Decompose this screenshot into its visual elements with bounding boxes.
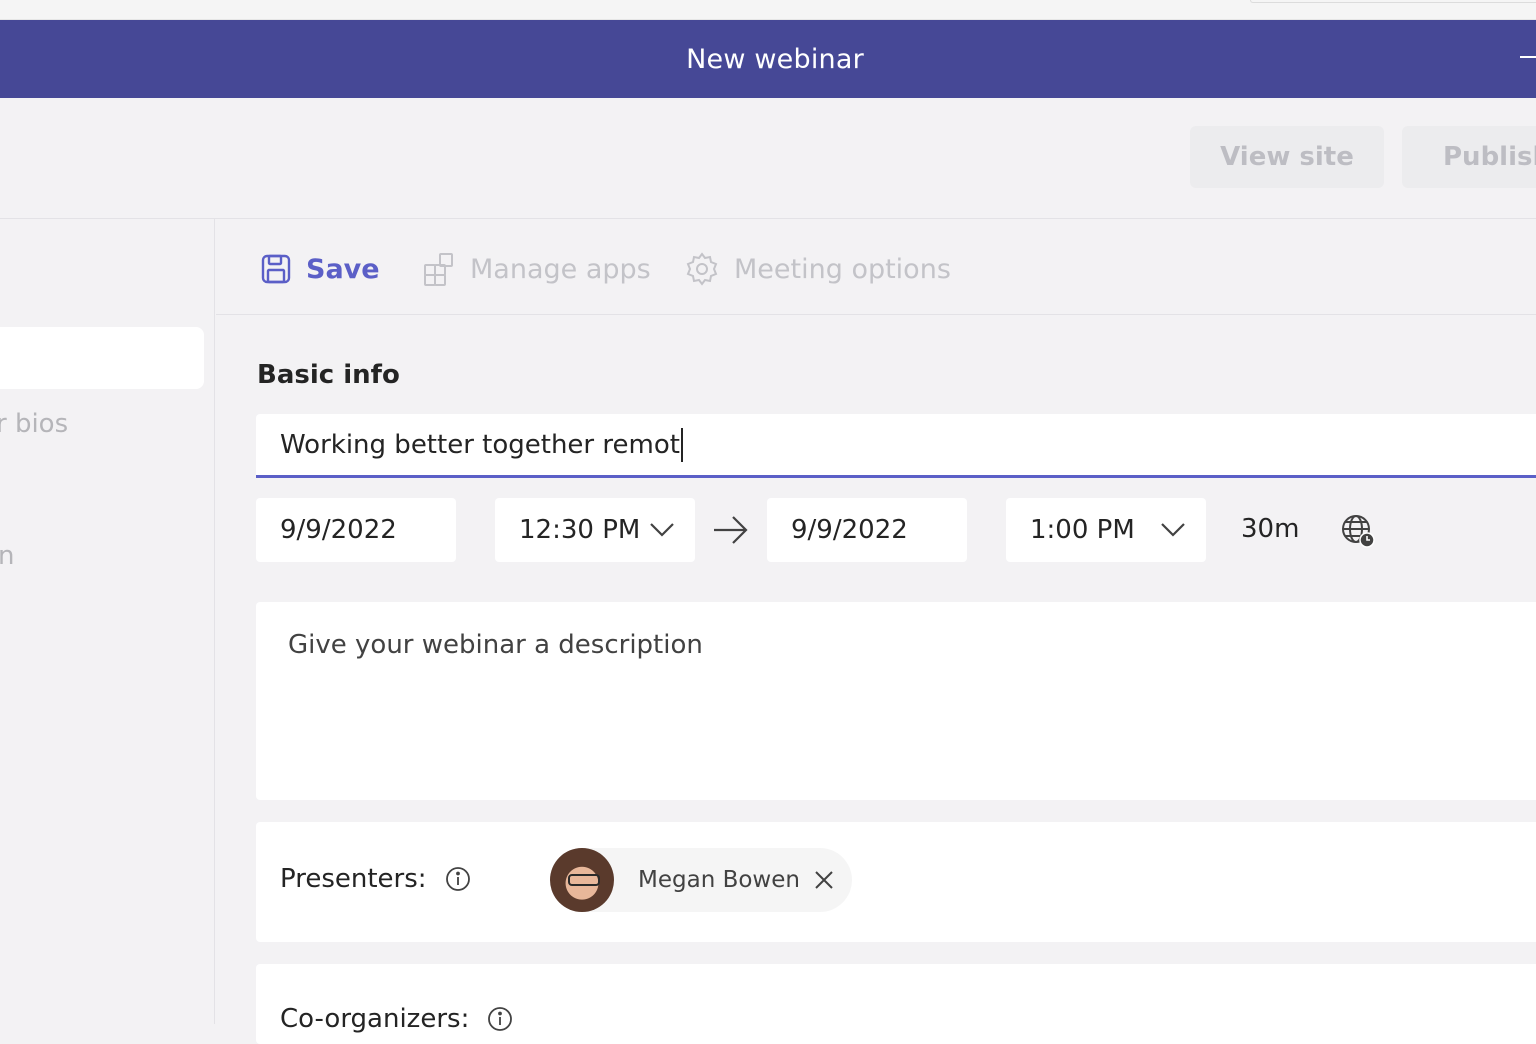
end-date-field[interactable]: 9/9/2022 [767,498,967,562]
tab-fragment [1250,0,1536,3]
start-date-value: 9/9/2022 [280,515,397,545]
title-bar: New webinar [0,20,1536,98]
gear-icon [686,252,718,286]
close-icon[interactable] [814,870,834,890]
duration-label: 30m [1241,514,1300,544]
meeting-options-button[interactable]: Meeting options [684,249,951,289]
chevron-down-icon [1161,523,1185,537]
save-label: Save [306,253,380,285]
end-date-value: 9/9/2022 [791,515,908,545]
section-heading: Basic info [257,360,400,390]
sidebar-item-selected[interactable] [0,327,204,389]
toolbar: Save Manage apps Meeting options [216,219,1536,315]
arrow-right-icon [714,516,748,544]
presenter-name: Megan Bowen [638,867,800,893]
view-site-button[interactable]: View site [1190,126,1384,188]
save-button[interactable]: Save [260,249,380,289]
end-time-value: 1:00 PM [1030,515,1135,545]
info-icon[interactable] [487,1006,513,1032]
manage-apps-label: Manage apps [470,253,651,285]
time-zone-icon[interactable] [1340,513,1376,549]
save-icon [261,254,291,284]
manage-apps-button[interactable]: Manage apps [422,249,651,289]
avatar [550,848,614,912]
description-field[interactable]: Give your webinar a description [256,602,1536,800]
start-time-value: 12:30 PM [519,515,641,545]
sidebar-item-label[interactable]: n [0,541,14,571]
top-action-bar: View site Publish [0,98,1536,219]
publish-button[interactable]: Publish [1402,126,1536,188]
browser-top-strip [0,0,1536,20]
end-time-dropdown[interactable]: 1:00 PM [1006,498,1206,562]
minimize-icon[interactable] [1520,56,1536,58]
apps-icon [424,253,453,286]
description-placeholder: Give your webinar a description [288,630,703,660]
start-date-field[interactable]: 9/9/2022 [256,498,456,562]
presenters-row: Presenters: Megan Bowen [256,822,1536,942]
presenters-label-text: Presenters: [280,864,427,894]
text-caret [680,427,683,462]
presenters-label: Presenters: [280,864,471,894]
chevron-down-icon [650,523,674,537]
presenter-chip: Megan Bowen [550,848,852,912]
window-title: New webinar [686,43,864,75]
start-time-dropdown[interactable]: 12:30 PM [495,498,695,562]
info-icon[interactable] [445,866,471,892]
webinar-title-input[interactable]: Working better together remot [256,414,1536,478]
coorganizers-row: Co-organizers: [256,964,1536,1044]
sidebar-item-label[interactable]: r bios [0,409,68,439]
sidebar: r bios n [0,219,215,1024]
title-input-value: Working better together remot [280,429,680,460]
coorganizers-label: Co-organizers: [280,1004,513,1034]
meeting-options-label: Meeting options [734,253,951,285]
coorganizers-label-text: Co-organizers: [280,1004,470,1034]
